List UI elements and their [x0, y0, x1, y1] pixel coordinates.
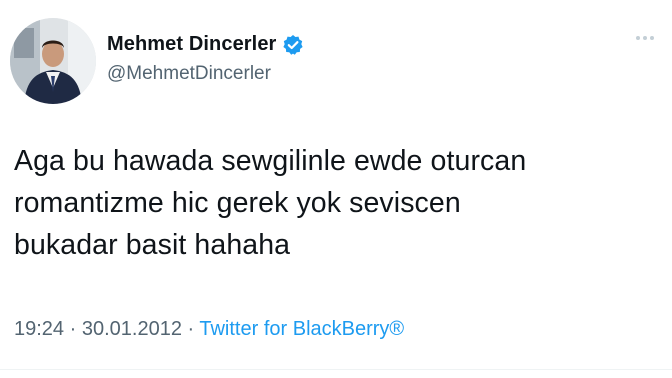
dot	[650, 36, 654, 40]
author-name-row[interactable]: Mehmet Dincerler	[107, 33, 304, 56]
dot	[643, 36, 647, 40]
more-options-icon[interactable]	[636, 36, 654, 40]
tweet-source-link[interactable]: Twitter for BlackBerry®	[199, 318, 404, 340]
dot	[636, 36, 640, 40]
meta-separator: ·	[181, 318, 200, 340]
tweet-meta: 19:24 · 30.01.2012 · Twitter for BlackBe…	[14, 318, 404, 341]
tweet-text-line: Aga bu hawada sewgilinle ewde oturcan	[14, 145, 527, 177]
meta-separator: ·	[64, 318, 82, 340]
tweet-text-line: bukadar basit hahaha	[14, 229, 291, 261]
avatar[interactable]	[10, 18, 96, 104]
verified-badge-icon	[282, 34, 304, 56]
tweet-card: Mehmet Dincerler @MehmetDincerler Aga bu…	[0, 0, 672, 378]
author-handle[interactable]: @MehmetDincerler	[107, 63, 271, 85]
author-display-name[interactable]: Mehmet Dincerler	[107, 33, 276, 56]
tweet-time[interactable]: 19:24	[14, 318, 64, 340]
tweet-text: Aga bu hawada sewgilinle ewde oturcan ro…	[14, 140, 654, 266]
tweet-date[interactable]: 30.01.2012	[82, 318, 182, 340]
profile-photo-icon	[10, 18, 96, 104]
tweet-text-line: romantizme hic gerek yok seviscen	[14, 187, 461, 219]
divider	[0, 369, 672, 370]
